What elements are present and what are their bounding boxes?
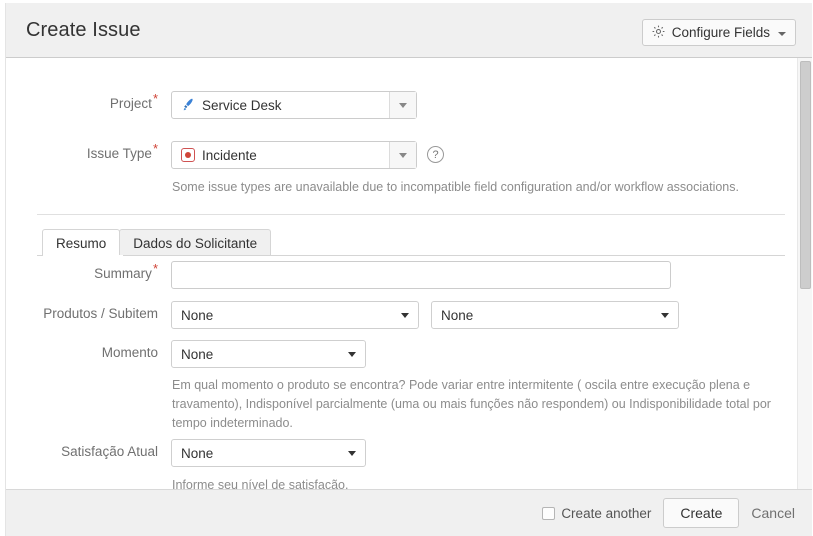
issue-type-incident-icon (181, 148, 195, 162)
produtos-subitem-label: Produtos / Subitem (43, 306, 158, 321)
project-control: Service Desk (171, 91, 417, 119)
issue-type-dropdown-toggle[interactable] (389, 142, 416, 168)
configure-fields-button[interactable]: Configure Fields (641, 19, 796, 46)
project-label: Project* (109, 90, 158, 112)
create-another-checkbox[interactable]: Create another (542, 506, 651, 521)
field-row-issue-type: Issue Type* Incidente ? (6, 141, 796, 169)
checkbox-box (542, 506, 556, 520)
satisfacao-atual-label: Satisfação Atual (61, 444, 158, 459)
satisfacao-atual-select-value: None (181, 445, 214, 461)
vertical-scrollbar-thumb[interactable] (800, 61, 811, 289)
form-tabs: Resumo Dados do Solicitante (42, 228, 272, 256)
issue-type-select[interactable]: Incidente (171, 141, 417, 169)
field-row-produtos-subitem: Produtos / Subitem None None (6, 301, 796, 329)
issue-type-description: Some issue types are unavailable due to … (172, 180, 739, 194)
issue-type-select-value: Incidente (172, 142, 389, 168)
required-marker: * (152, 140, 158, 156)
required-marker: * (152, 90, 158, 106)
issue-type-label: Issue Type* (86, 140, 158, 162)
tabs-active-mask (43, 255, 123, 256)
subitem-select[interactable]: None (431, 301, 679, 329)
cancel-link[interactable]: Cancel (751, 505, 795, 521)
dialog-body: Project* Service Desk Issue Type* Incide… (6, 58, 812, 489)
dialog-footer: Create another Create Cancel (6, 489, 812, 536)
tabs-underline (37, 255, 785, 256)
satisfacao-atual-description: Informe seu nível de satisfação. (172, 478, 349, 489)
summary-input[interactable] (171, 261, 671, 289)
create-button[interactable]: Create (663, 498, 740, 528)
tab-dados-do-solicitante[interactable]: Dados do Solicitante (119, 229, 272, 256)
satisfacao-atual-control: None (171, 439, 366, 467)
field-row-satisfacao-atual: Satisfação Atual None (6, 439, 796, 467)
chevron-down-icon (661, 313, 669, 318)
momento-select-value: None (181, 346, 214, 362)
chevron-down-icon (399, 152, 407, 158)
summary-control (171, 261, 671, 289)
create-issue-dialog: Create Issue Configure Fields Project* S… (5, 3, 812, 536)
chevron-down-icon (348, 451, 356, 456)
page-title: Create Issue (26, 19, 141, 41)
field-row-project: Project* Service Desk (6, 91, 796, 119)
momento-select[interactable]: None (171, 340, 366, 368)
create-another-label: Create another (561, 505, 652, 521)
produtos-select-value: None (181, 307, 214, 323)
field-row-momento: Momento None (6, 340, 796, 368)
chevron-down-icon (399, 102, 407, 108)
produtos-subitem-control: None None (171, 301, 679, 329)
gear-icon (651, 24, 666, 42)
momento-description: Em qual momento o produto se encontra? P… (172, 378, 771, 430)
question-circle-icon[interactable]: ? (427, 146, 444, 163)
field-row-summary: Summary* (6, 261, 796, 289)
project-select[interactable]: Service Desk (171, 91, 417, 119)
chevron-down-icon (778, 31, 786, 36)
configure-fields-label: Configure Fields (671, 25, 770, 40)
project-dropdown-toggle[interactable] (389, 92, 416, 118)
issue-type-control: Incidente ? (171, 141, 444, 169)
tab-resumo[interactable]: Resumo (42, 229, 121, 256)
issue-type-value-text: Incidente (202, 147, 257, 163)
rocket-icon (181, 98, 195, 112)
satisfacao-atual-select[interactable]: None (171, 439, 366, 467)
project-select-value: Service Desk (172, 92, 389, 118)
section-divider (37, 214, 785, 215)
chevron-down-icon (401, 313, 409, 318)
chevron-down-icon (348, 352, 356, 357)
project-value-text: Service Desk (202, 97, 282, 113)
dialog-header: Create Issue Configure Fields (6, 3, 812, 58)
momento-control: None (171, 340, 366, 368)
vertical-scrollbar-track[interactable] (797, 58, 812, 489)
required-marker: * (152, 260, 158, 276)
summary-label: Summary* (94, 260, 158, 282)
subitem-select-value: None (441, 307, 474, 323)
produtos-select[interactable]: None (171, 301, 419, 329)
momento-label: Momento (101, 345, 158, 360)
